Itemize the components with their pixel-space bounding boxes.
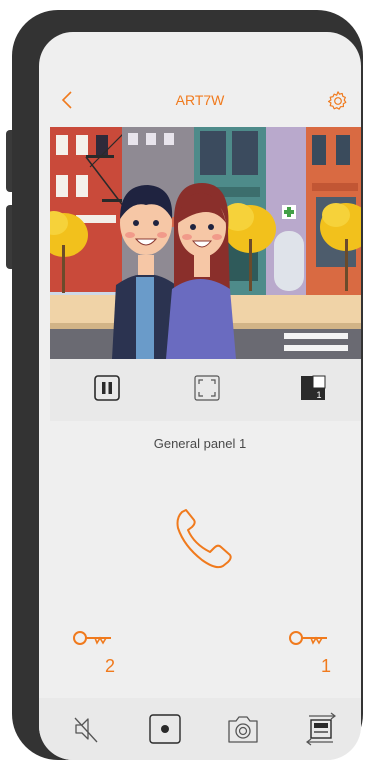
panel-switch-icon[interactable] xyxy=(303,712,339,746)
app-screen: ART7W 1 General panel 1 2 1 xyxy=(39,32,361,760)
panel-label: General panel 1 xyxy=(153,436,247,451)
camera-badge: 1 xyxy=(316,390,321,400)
record-icon[interactable] xyxy=(147,712,183,746)
header: ART7W xyxy=(39,32,361,124)
bottom-toolbar xyxy=(39,698,361,760)
key-icon-1[interactable] xyxy=(287,628,329,652)
camera-feed-image xyxy=(50,127,361,359)
mute-icon[interactable] xyxy=(69,712,105,746)
pause-icon[interactable] xyxy=(92,373,122,403)
lock-number-right: 1 xyxy=(321,656,332,676)
camera-switch-icon[interactable]: 1 xyxy=(298,373,328,403)
video-controls: 1 xyxy=(50,359,361,421)
key-icon-2[interactable] xyxy=(71,628,113,652)
phone-frame: ART7W 1 General panel 1 2 1 xyxy=(12,10,363,760)
fullscreen-icon[interactable] xyxy=(192,373,222,403)
page-title: ART7W xyxy=(175,92,225,108)
gear-icon[interactable] xyxy=(327,90,349,112)
snapshot-icon[interactable] xyxy=(225,712,261,746)
phone-icon[interactable] xyxy=(172,504,236,570)
lock-number-left: 2 xyxy=(105,656,116,676)
